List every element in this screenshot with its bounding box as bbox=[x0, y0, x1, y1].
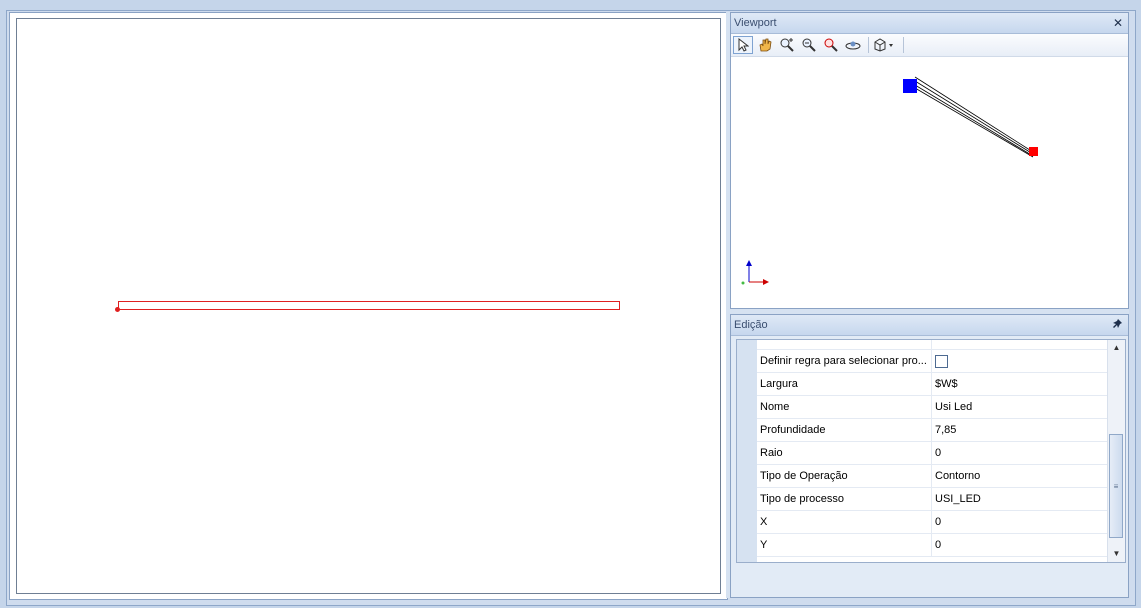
viewport-title-bar: Viewport ✕ bbox=[731, 13, 1128, 34]
property-value[interactable]: 7,85 bbox=[932, 419, 956, 441]
property-row[interactable]: Y 0 bbox=[757, 534, 1107, 557]
drawing-area[interactable] bbox=[16, 18, 721, 594]
zoom-extents-icon[interactable] bbox=[821, 36, 841, 54]
vertical-scrollbar[interactable]: ▲ ≡ ▼ bbox=[1107, 340, 1125, 562]
property-row[interactable]: Tipo de Operação Contorno bbox=[757, 465, 1107, 488]
property-row[interactable]: X 0 bbox=[757, 511, 1107, 534]
property-name: Raio bbox=[757, 442, 932, 464]
property-name: Definir regra para selecionar pro... bbox=[757, 350, 932, 372]
property-row[interactable]: Definir regra para selecionar pro... bbox=[757, 350, 1107, 373]
property-name: Tipo de Operação bbox=[757, 465, 932, 487]
property-value[interactable]: Usi Led bbox=[932, 396, 972, 418]
property-row[interactable]: Profundidade 7,85 bbox=[757, 419, 1107, 442]
axis-triad-icon bbox=[741, 260, 769, 285]
property-row[interactable]: Nome Usi Led bbox=[757, 396, 1107, 419]
pan-hand-icon[interactable] bbox=[755, 36, 775, 54]
toolbar-separator bbox=[868, 37, 869, 53]
end-point-marker bbox=[1029, 147, 1038, 156]
property-row[interactable]: Raio 0 bbox=[757, 442, 1107, 465]
property-row[interactable]: Tipo de processo USI_LED bbox=[757, 488, 1107, 511]
pin-icon[interactable] bbox=[1113, 315, 1123, 335]
viewport-panel: Viewport ✕ bbox=[730, 12, 1129, 309]
rule-checkbox[interactable] bbox=[935, 354, 948, 368]
start-point-marker bbox=[903, 79, 917, 93]
property-row-partial bbox=[757, 340, 1107, 350]
start-point-marker bbox=[115, 307, 120, 312]
property-value[interactable]: 0 bbox=[932, 511, 941, 533]
property-value[interactable]: Contorno bbox=[932, 465, 980, 487]
property-grid: Definir regra para selecionar pro... Lar… bbox=[736, 339, 1126, 563]
scroll-up-icon[interactable]: ▲ bbox=[1108, 340, 1125, 356]
property-value[interactable]: 0 bbox=[932, 534, 941, 556]
property-name: Largura bbox=[757, 373, 932, 395]
select-arrow-icon[interactable] bbox=[733, 36, 753, 54]
3d-viewport[interactable] bbox=[731, 57, 1128, 308]
viewport-toolbar bbox=[731, 34, 1128, 57]
toolbar-separator bbox=[903, 37, 904, 53]
property-rows: Definir regra para selecionar pro... Lar… bbox=[757, 340, 1107, 557]
scroll-down-icon[interactable]: ▼ bbox=[1108, 546, 1125, 562]
scroll-thumb[interactable]: ≡ bbox=[1109, 434, 1123, 538]
edit-title: Edição bbox=[734, 319, 768, 331]
property-value[interactable]: $W$ bbox=[932, 373, 958, 395]
property-value[interactable] bbox=[932, 350, 948, 372]
property-name: Y bbox=[757, 534, 932, 556]
property-row[interactable]: Largura $W$ bbox=[757, 373, 1107, 396]
property-value[interactable]: 0 bbox=[932, 442, 941, 464]
led-groove-rectangle[interactable] bbox=[118, 301, 620, 310]
edit-title-bar: Edição bbox=[731, 315, 1128, 336]
drawing-canvas[interactable] bbox=[9, 12, 728, 600]
viewport-title: Viewport bbox=[734, 17, 777, 29]
property-name: X bbox=[757, 511, 932, 533]
toolpath-lines bbox=[914, 76, 1034, 158]
edit-panel: Edição Definir regra para selecionar pro… bbox=[730, 314, 1129, 598]
zoom-in-icon[interactable] bbox=[777, 36, 797, 54]
view-cube-icon[interactable] bbox=[872, 36, 898, 54]
property-name: Tipo de processo bbox=[757, 488, 932, 510]
property-value[interactable]: USI_LED bbox=[932, 488, 981, 510]
orbit-icon[interactable] bbox=[843, 36, 863, 54]
property-name: Nome bbox=[757, 396, 932, 418]
zoom-window-icon[interactable] bbox=[799, 36, 819, 54]
property-grid-margin bbox=[737, 340, 757, 562]
close-icon[interactable]: ✕ bbox=[1113, 13, 1123, 33]
property-name: Profundidade bbox=[757, 419, 932, 441]
